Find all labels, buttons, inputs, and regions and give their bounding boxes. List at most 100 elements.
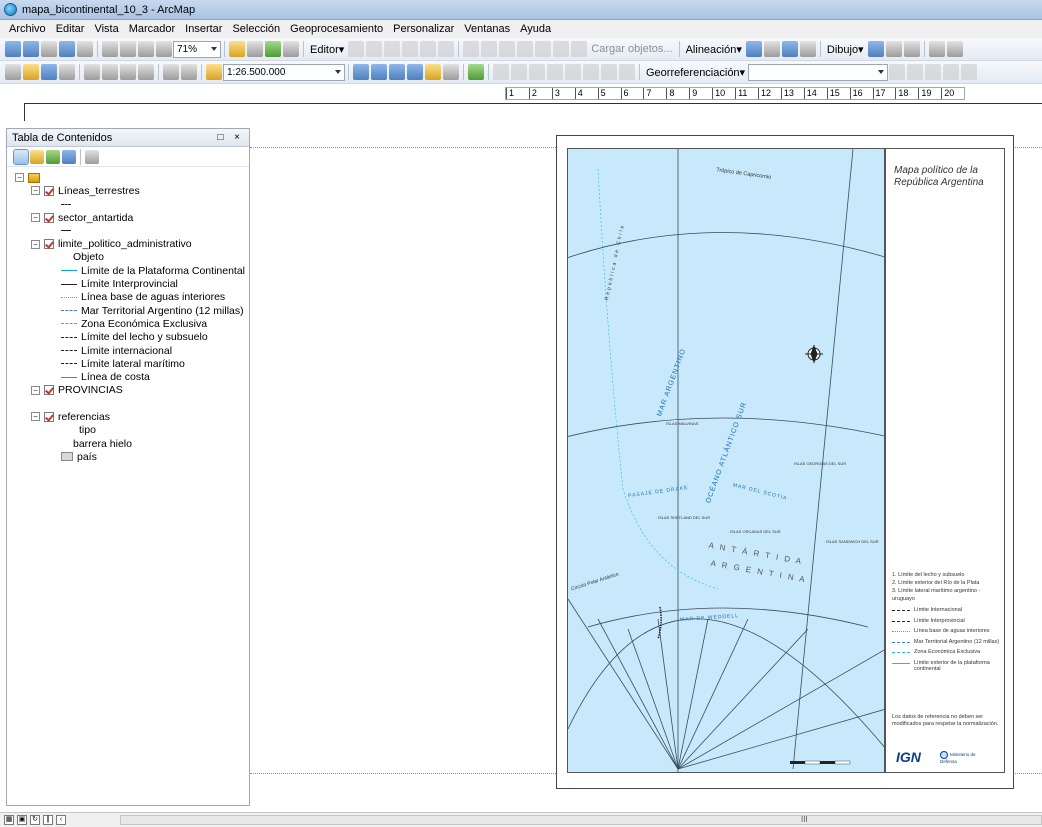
georef-tool-1-icon[interactable]: [493, 64, 509, 80]
collapse-icon[interactable]: −: [31, 385, 40, 395]
straight-segment-icon[interactable]: [384, 41, 401, 57]
menu-ventanas[interactable]: Ventanas: [459, 23, 515, 35]
text-tool-icon[interactable]: [946, 41, 963, 57]
toggle-draft-icon[interactable]: [229, 41, 245, 57]
collapse-icon[interactable]: −: [31, 213, 40, 223]
collapse-icon[interactable]: −: [31, 239, 40, 249]
align-tool-icon[interactable]: [799, 41, 816, 57]
attributes-icon[interactable]: [553, 41, 570, 57]
menu-vista[interactable]: Vista: [89, 23, 123, 35]
layer-visibility-checkbox[interactable]: [44, 385, 54, 396]
georef-tool-4-icon[interactable]: [547, 64, 563, 80]
layer-visibility-checkbox[interactable]: [44, 411, 54, 422]
rotate-element-icon[interactable]: [885, 41, 902, 57]
model-builder-icon[interactable]: [468, 64, 484, 80]
sketch-properties-icon[interactable]: [571, 41, 588, 57]
horizontal-scrollbar[interactable]: III: [120, 815, 1042, 825]
layer-visibility-checkbox[interactable]: [44, 185, 54, 196]
menu-geoprocesamiento[interactable]: Geoprocesamiento: [285, 23, 388, 35]
menu-seleccion[interactable]: Selección: [227, 23, 285, 35]
edit-annotation-icon[interactable]: [366, 41, 383, 57]
cut-polygons-icon[interactable]: [499, 41, 516, 57]
point-icon[interactable]: [438, 41, 455, 57]
layer-visibility-checkbox[interactable]: [44, 239, 54, 250]
georef-tool-6-icon[interactable]: [583, 64, 599, 80]
arctoolbox-icon[interactable]: [425, 64, 441, 80]
georreferenciacion-menu[interactable]: Georreferenciación▾: [643, 66, 748, 79]
list-by-drawing-order-icon[interactable]: [13, 148, 29, 165]
georef-tool-3-icon[interactable]: [529, 64, 545, 80]
georef-layer-combo[interactable]: [748, 63, 889, 81]
zoom-in-layout-icon[interactable]: [5, 41, 21, 57]
rotate-icon[interactable]: [535, 41, 552, 57]
alineacion-menu[interactable]: Alineación▾: [683, 43, 745, 56]
toc-window-controls[interactable]: □ ×: [217, 132, 244, 143]
new-document-icon[interactable]: [5, 64, 21, 80]
menu-editar[interactable]: Editar: [51, 23, 90, 35]
editor-toolbar-icon[interactable]: [353, 64, 369, 80]
data-driven-pages-icon[interactable]: [283, 41, 299, 57]
dibujo-menu[interactable]: Dibujo▾: [824, 43, 867, 56]
data-view-button[interactable]: ▦: [4, 815, 14, 825]
copy-icon[interactable]: [102, 64, 118, 80]
pause-drawing-button[interactable]: ∥: [43, 815, 53, 825]
rectangle-tool-icon[interactable]: [781, 41, 798, 57]
map-scale-combo[interactable]: 1:26.500.000: [223, 63, 345, 81]
select-elements-icon[interactable]: [867, 41, 884, 57]
delete-icon[interactable]: [138, 64, 154, 80]
layout-view-button[interactable]: ▣: [17, 815, 27, 825]
cut-icon[interactable]: [84, 64, 100, 80]
scroll-left-button[interactable]: ‹: [56, 815, 66, 825]
print-icon[interactable]: [59, 64, 75, 80]
back-extent-icon[interactable]: [138, 41, 154, 57]
fixed-zoom-in-icon[interactable]: [102, 41, 118, 57]
paste-icon[interactable]: [120, 64, 136, 80]
menu-marcador[interactable]: Marcador: [124, 23, 180, 35]
layout-page[interactable]: Trópico de Capricornio República de Chil…: [556, 135, 1014, 789]
search-window-icon[interactable]: [407, 64, 423, 80]
scrollbar-thumb[interactable]: III: [801, 815, 808, 824]
catalog-window-icon[interactable]: [389, 64, 405, 80]
menu-insertar[interactable]: Insertar: [180, 23, 227, 35]
split-icon[interactable]: [517, 41, 534, 57]
layer-visibility-checkbox[interactable]: [44, 212, 54, 223]
georef-tool-8-icon[interactable]: [619, 64, 635, 80]
fixed-zoom-out-icon[interactable]: [120, 41, 136, 57]
menu-archivo[interactable]: Archivo: [4, 23, 51, 35]
zoom-whole-page-icon[interactable]: [59, 41, 75, 57]
zoom-100-icon[interactable]: [77, 41, 93, 57]
layer-limite-politico[interactable]: − limite_politico_administrativo: [15, 237, 249, 250]
add-data-icon[interactable]: [206, 64, 222, 80]
add-control-points-icon[interactable]: [889, 64, 906, 80]
georef-tool-7-icon[interactable]: [601, 64, 617, 80]
end-point-arc-icon[interactable]: [402, 41, 419, 57]
collapse-icon[interactable]: −: [31, 186, 40, 196]
georef-tool-5-icon[interactable]: [565, 64, 581, 80]
save-icon[interactable]: [41, 64, 57, 80]
list-by-source-icon[interactable]: [30, 149, 44, 164]
zoom-out-layout-icon[interactable]: [23, 41, 39, 57]
zoom-percent-combo[interactable]: 71%: [173, 40, 221, 58]
layer-sector-antartida[interactable]: − sector_antartida: [15, 211, 249, 224]
zoom-to-selected-icon[interactable]: [903, 41, 920, 57]
link-table-icon[interactable]: [907, 64, 924, 80]
focus-data-frame-icon[interactable]: [247, 41, 263, 57]
cargar-objetos-button[interactable]: Cargar objetos...: [588, 43, 675, 55]
georef-tool-2-icon[interactable]: [511, 64, 527, 80]
change-layout-icon[interactable]: [265, 41, 281, 57]
layer-provincias[interactable]: − PROVINCIAS: [15, 384, 249, 397]
collapse-icon[interactable]: −: [31, 412, 40, 422]
open-folder-icon[interactable]: [23, 64, 39, 80]
collapse-icon[interactable]: −: [15, 173, 24, 183]
edit-vertices-icon[interactable]: [463, 41, 480, 57]
menu-personalizar[interactable]: Personalizar: [388, 23, 459, 35]
table-of-contents-icon[interactable]: [371, 64, 387, 80]
edit-tool-icon[interactable]: [348, 41, 365, 57]
reshape-icon[interactable]: [481, 41, 498, 57]
circle-tool-icon[interactable]: [745, 41, 762, 57]
toc-options-icon[interactable]: [85, 149, 99, 164]
undo-icon[interactable]: [163, 64, 179, 80]
shift-raster-icon[interactable]: [943, 64, 960, 80]
editor-menu[interactable]: Editor▾: [307, 43, 347, 56]
trace-icon[interactable]: [420, 41, 437, 57]
